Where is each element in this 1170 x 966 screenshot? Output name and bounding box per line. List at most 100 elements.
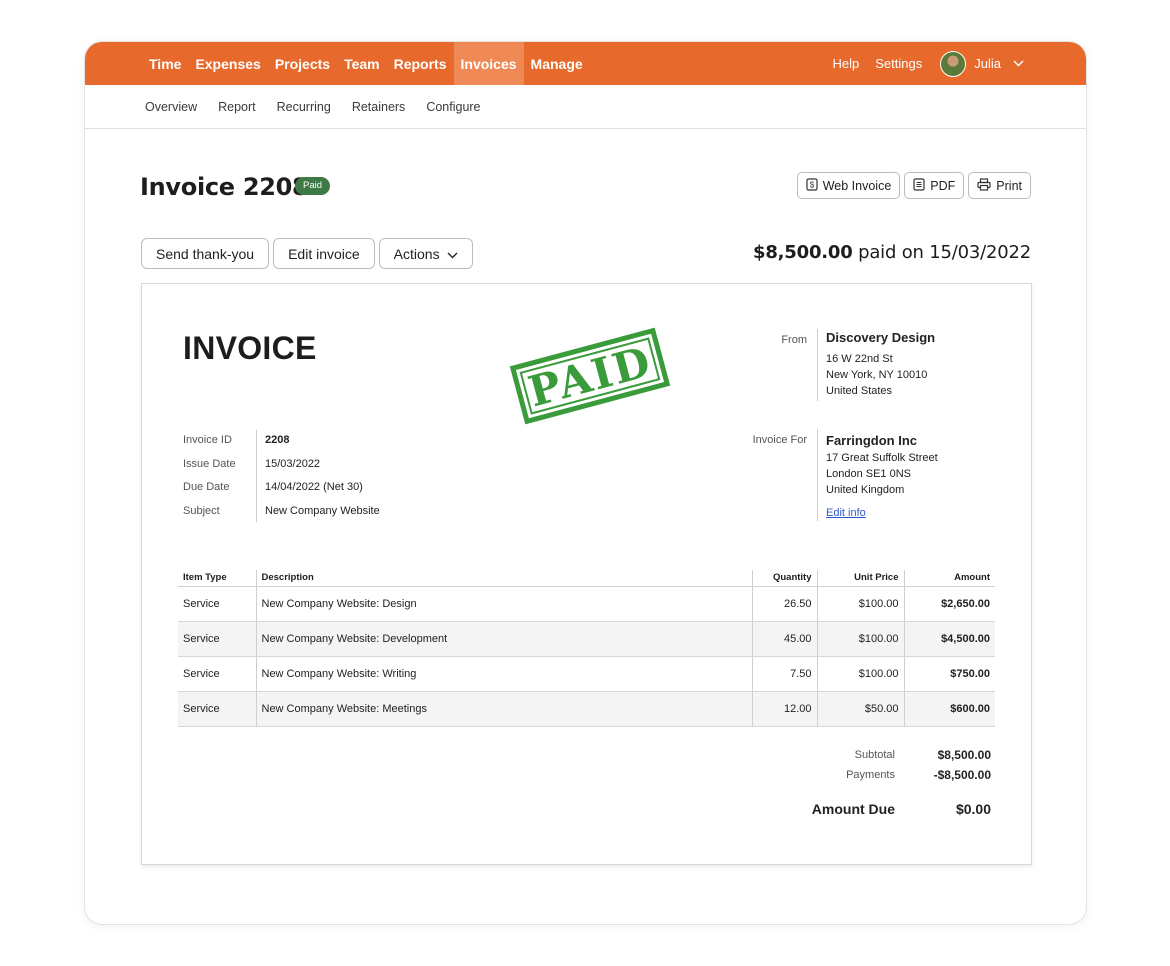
printer-icon (977, 177, 991, 194)
nav-time[interactable]: Time (142, 42, 188, 85)
table-row: Service New Company Website: Design 26.5… (178, 586, 995, 622)
cell-description: New Company Website: Design (256, 586, 753, 622)
cell-description: New Company Website: Meetings (256, 691, 753, 727)
settings-link[interactable]: Settings (867, 56, 930, 71)
print-label: Print (996, 178, 1022, 193)
paid-amount: $8,500.00 (753, 242, 853, 263)
table-header-row: Item Type Description Quantity Unit Pric… (178, 570, 995, 587)
cell-type: Service (178, 656, 257, 692)
document-icon (913, 177, 925, 194)
help-link[interactable]: Help (825, 56, 868, 71)
export-buttons: $ Web Invoice PDF Print (796, 172, 1031, 199)
line-items-table: Item Type Description Quantity Unit Pric… (178, 570, 995, 727)
cell-unit-price: $100.00 (817, 586, 905, 622)
cell-quantity: 26.50 (752, 586, 818, 622)
edit-info-link[interactable]: Edit info (826, 505, 866, 521)
edit-invoice-button[interactable]: Edit invoice (273, 238, 375, 269)
invoice-heading: INVOICE (183, 330, 317, 366)
user-name[interactable]: Julia (974, 56, 1001, 71)
user-nav: Help Settings Julia (825, 42, 1024, 85)
subnav-recurring[interactable]: Recurring (277, 100, 331, 114)
payments-row: Payments -$8,500.00 (775, 765, 991, 785)
sub-nav: Overview Report Recurring Retainers Conf… (85, 85, 1086, 129)
pdf-label: PDF (930, 178, 956, 193)
invoice-id-label: Invoice ID (183, 434, 232, 446)
from-line2: New York, NY 10010 (826, 369, 928, 381)
svg-text:$: $ (810, 180, 815, 189)
subnav-overview[interactable]: Overview (145, 100, 197, 114)
payments-label: Payments (846, 769, 895, 781)
print-button[interactable]: Print (968, 172, 1031, 199)
table-row: Service New Company Website: Meetings 12… (178, 691, 995, 727)
actions-dropdown[interactable]: Actions (378, 238, 473, 269)
cell-unit-price: $50.00 (817, 691, 905, 727)
nav-expenses[interactable]: Expenses (188, 42, 267, 85)
nav-manage[interactable]: Manage (524, 42, 590, 85)
cell-type: Service (178, 586, 257, 622)
paid-stamp: PAID (509, 327, 671, 425)
cell-type: Service (178, 691, 257, 727)
cell-type: Service (178, 621, 257, 657)
page-title: Invoice 2208 (140, 173, 309, 201)
col-amount: Amount (904, 570, 995, 587)
meta-row: Due Date 14/04/2022 (Net 30) (183, 481, 380, 505)
dollar-doc-icon: $ (806, 177, 818, 194)
issue-date-label: Issue Date (183, 457, 236, 470)
main-nav: Time Expenses Projects Team Reports Invo… (142, 42, 590, 85)
from-line1: 16 W 22nd St (826, 353, 893, 365)
cell-amount: $2,650.00 (904, 586, 995, 622)
nav-reports[interactable]: Reports (387, 42, 454, 85)
from-label: From (781, 334, 807, 346)
invoice-meta: Invoice ID 2208 Issue Date 15/03/2022 Du… (183, 434, 380, 528)
cell-description: New Company Website: Development (256, 621, 753, 657)
meta-row: Subject New Company Website (183, 505, 380, 529)
invoice-for-label: Invoice For (752, 434, 807, 446)
subject-value: New Company Website (265, 504, 380, 517)
send-thankyou-button[interactable]: Send thank-you (141, 238, 270, 269)
web-invoice-label: Web Invoice (822, 178, 892, 193)
from-line3: United States (826, 385, 893, 397)
for-divider (817, 429, 818, 521)
payments-value: -$8,500.00 (933, 768, 991, 782)
col-description: Description (256, 570, 753, 587)
from-address: Discovery Design 16 W 22nd St New York, … (826, 330, 935, 399)
pdf-button[interactable]: PDF (904, 172, 965, 199)
cell-amount: $600.00 (904, 691, 995, 727)
nav-invoices[interactable]: Invoices (453, 42, 524, 85)
table-row: Service New Company Website: Development… (178, 621, 995, 657)
client-address: Farringdon Inc 17 Great Suffolk Street L… (826, 433, 938, 521)
nav-team[interactable]: Team (337, 42, 387, 85)
client-line2: London SE1 0NS (826, 468, 912, 480)
subtotal-value: $8,500.00 (937, 748, 991, 762)
invoice-document: INVOICE PAID From Discovery Design 16 W … (141, 283, 1032, 865)
subnav-report[interactable]: Report (218, 100, 256, 114)
col-quantity: Quantity (752, 570, 818, 587)
cell-quantity: 7.50 (752, 656, 818, 692)
invoice-totals: Subtotal $8,500.00 Payments -$8,500.00 A… (775, 745, 991, 820)
client-line3: United Kingdom (826, 484, 905, 496)
due-date-label: Due Date (183, 481, 230, 493)
avatar[interactable] (940, 50, 967, 77)
table-row: Service New Company Website: Writing 7.5… (178, 656, 995, 692)
cell-amount: $750.00 (904, 656, 995, 692)
amount-due-row: Amount Due $0.00 (775, 798, 991, 820)
subnav-configure[interactable]: Configure (426, 100, 480, 114)
nav-projects[interactable]: Projects (268, 42, 337, 85)
subtotal-label: Subtotal (854, 749, 895, 761)
client-name: Farringdon Inc (826, 433, 917, 448)
meta-row: Invoice ID 2208 (183, 434, 380, 458)
subnav-retainers[interactable]: Retainers (352, 100, 406, 114)
due-date-value: 14/04/2022 (Net 30) (265, 481, 363, 493)
subject-label: Subject (183, 504, 220, 517)
chevron-down-icon[interactable] (1013, 60, 1024, 67)
client-line1: 17 Great Suffolk Street (826, 452, 938, 464)
paid-summary: $8,500.00 paid on 15/03/2022 (753, 242, 1031, 263)
subtotal-row: Subtotal $8,500.00 (775, 745, 991, 765)
chevron-down-icon (447, 246, 458, 262)
web-invoice-button[interactable]: $ Web Invoice (796, 172, 901, 199)
from-name: Discovery Design (826, 330, 936, 345)
app-window: Time Expenses Projects Team Reports Invo… (84, 41, 1087, 925)
col-unit-price: Unit Price (817, 570, 905, 587)
amount-due-value: $0.00 (955, 801, 991, 817)
from-divider (817, 329, 818, 401)
